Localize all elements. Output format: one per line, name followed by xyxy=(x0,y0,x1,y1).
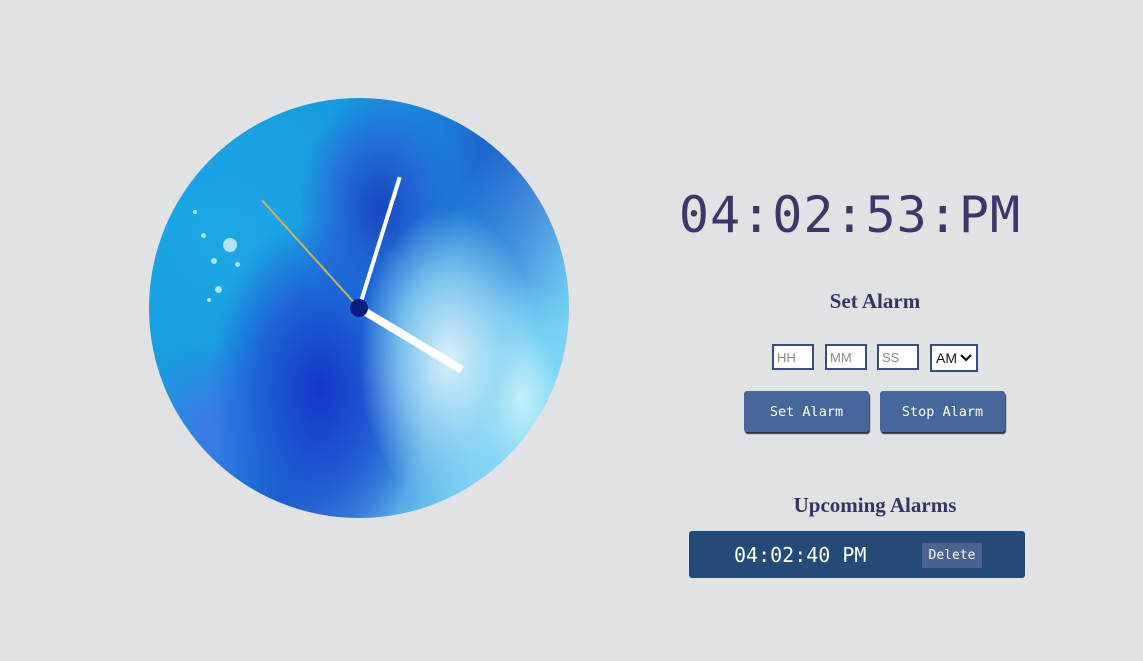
hour-input[interactable] xyxy=(772,344,814,370)
upcoming-alarms-heading: Upcoming Alarms xyxy=(793,493,957,517)
alarm-list-item: 04:02:40 PM Delete xyxy=(689,531,1025,578)
set-alarm-heading: Set Alarm xyxy=(829,289,921,313)
analog-clock xyxy=(149,98,569,518)
ampm-select[interactable]: AM xyxy=(930,344,978,372)
stop-alarm-button[interactable]: Stop Alarm xyxy=(880,391,1005,432)
digital-clock: 04:02:53:PM xyxy=(678,186,1022,244)
clock-hands xyxy=(261,176,464,374)
ampm-value: AM xyxy=(936,350,957,366)
minute-hand xyxy=(357,176,402,309)
delete-alarm-button[interactable]: Delete xyxy=(922,543,982,568)
alarm-time: 04:02:40 PM xyxy=(734,543,867,567)
clock-center xyxy=(350,299,368,317)
set-alarm-button[interactable]: Set Alarm xyxy=(744,391,869,432)
hour-hand xyxy=(356,304,464,374)
second-input[interactable] xyxy=(877,344,919,370)
second-hand xyxy=(261,199,360,309)
chevron-down-icon xyxy=(960,354,972,362)
minute-input[interactable] xyxy=(825,344,867,370)
